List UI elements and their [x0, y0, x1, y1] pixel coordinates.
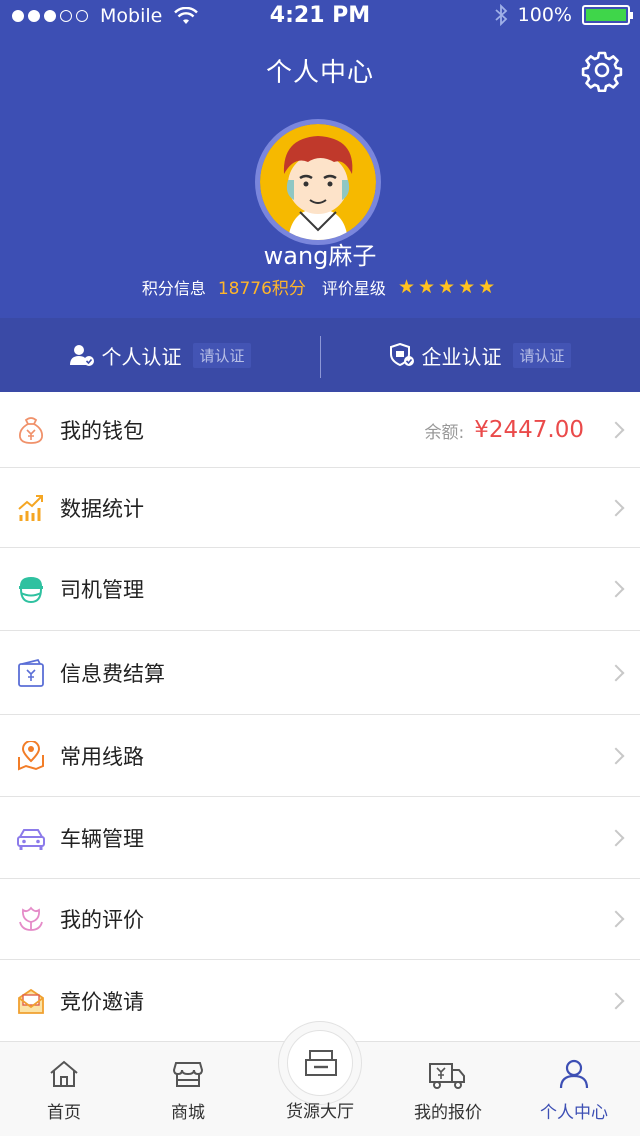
menu-item-label: 竞价邀请	[60, 990, 144, 1014]
chart-icon	[16, 493, 46, 523]
chevron-right-icon	[607, 829, 625, 846]
menu-item-driver-management[interactable]: 司机管理	[0, 548, 640, 631]
menu-item-info-fee-settlement[interactable]: 信息费结算	[0, 631, 640, 715]
store-icon	[172, 1062, 204, 1087]
chevron-right-icon	[607, 747, 625, 764]
chevron-right-icon	[607, 664, 625, 681]
tab-store[interactable]: 商城	[124, 1042, 252, 1136]
menu-item-label: 司机管理	[60, 578, 144, 602]
menu-item-label: 我的评价	[60, 908, 144, 932]
profile-header: Mobile 4:21 PM 100% 个人中心 wang麻子 积分信息 187…	[0, 0, 640, 318]
enterprise-verification-label: 企业认证	[421, 344, 502, 369]
menu-list: 我的钱包 余额: ¥2447.00 数据统计 司机管理 信息费结算 常用线路 车…	[0, 392, 640, 1042]
flower-icon	[16, 904, 46, 934]
settlement-icon	[16, 658, 46, 688]
personal-verification-status: 请认证	[193, 342, 251, 368]
car-icon	[16, 823, 46, 853]
username: wang麻子	[263, 242, 377, 270]
balance-label: 余额:	[424, 422, 465, 443]
avatar[interactable]	[255, 119, 381, 245]
chevron-right-icon	[607, 580, 625, 598]
menu-item-label: 我的钱包	[60, 418, 144, 443]
verification-divider	[320, 336, 321, 378]
chevron-right-icon	[607, 910, 625, 928]
menu-item-label: 常用线路	[60, 744, 144, 769]
tab-label: 个人中心	[540, 1103, 608, 1123]
avatar-cartoon-image	[260, 124, 376, 240]
rating-label: 评价星级	[321, 278, 386, 298]
star-icon: ★	[458, 275, 476, 298]
star-icon: ★	[478, 275, 496, 298]
tab-label-cargo-hall: 货源大厅	[286, 1102, 354, 1122]
enterprise-verification-status: 请认证	[513, 342, 571, 368]
status-bar: Mobile 4:21 PM 100%	[0, 0, 640, 34]
verification-bar: 个人认证 请认证 企业认证 请认证	[0, 318, 640, 392]
quote-truck-icon	[429, 1063, 465, 1089]
route-icon	[16, 740, 46, 771]
wallet-balance: 余额: ¥2447.00	[425, 392, 584, 468]
driver-icon	[16, 574, 46, 604]
bluetooth-icon	[495, 4, 507, 26]
page-title: 个人中心	[265, 58, 374, 88]
menu-item-label: 车辆管理	[60, 826, 144, 851]
tab-cargo-hall[interactable]	[278, 1021, 362, 1105]
cargo-hall-icon	[305, 1050, 337, 1076]
personal-verification-button[interactable]: 个人认证 请认证	[0, 318, 320, 392]
shield-check-icon	[390, 343, 415, 367]
person-check-icon	[70, 345, 95, 366]
star-icon: ★	[417, 275, 436, 298]
menu-item-label: 数据统计	[60, 496, 144, 521]
menu-item-common-routes[interactable]: 常用线路	[0, 715, 640, 797]
home-icon	[50, 1060, 78, 1087]
battery-icon	[582, 5, 633, 25]
tab-my-quotes[interactable]: 我的报价	[384, 1042, 512, 1136]
tab-label: 我的报价	[414, 1103, 482, 1123]
enterprise-verification-button[interactable]: 企业认证 请认证	[320, 318, 640, 392]
personal-verification-label: 个人认证	[101, 344, 182, 369]
menu-item-vehicle-management[interactable]: 车辆管理	[0, 797, 640, 879]
chevron-right-icon	[607, 499, 625, 516]
chevron-right-icon	[607, 421, 625, 438]
star-icon: ★	[438, 275, 456, 298]
menu-item-my-reviews[interactable]: 我的评价	[0, 879, 640, 960]
menu-item-label: 信息费结算	[60, 661, 165, 686]
settings-gear-icon[interactable]	[580, 48, 624, 92]
menu-item-wallet[interactable]: 我的钱包 余额: ¥2447.00	[0, 392, 640, 468]
cargo-hall-button	[287, 1030, 353, 1096]
stats-row: 积分信息 18776积分 评价星级 ★ ★ ★ ★ ★	[0, 274, 640, 300]
menu-item-statistics[interactable]: 数据统计	[0, 468, 640, 548]
star-icon: ★	[397, 275, 415, 298]
points-label: 积分信息	[141, 278, 206, 298]
person-icon	[559, 1059, 589, 1089]
battery-percent: 100%	[517, 4, 572, 26]
status-right: 100%	[494, 4, 633, 26]
tab-personal-center[interactable]: 个人中心	[510, 1042, 638, 1136]
rating-stars: ★ ★ ★ ★ ★	[398, 276, 498, 298]
tab-label: 首页	[47, 1103, 81, 1123]
tab-label: 商城	[171, 1103, 205, 1123]
wallet-icon	[16, 415, 46, 445]
balance-value: ¥2447.00	[474, 417, 584, 443]
chevron-right-icon	[607, 992, 625, 1010]
points-value: 18776积分	[217, 279, 306, 299]
tab-home[interactable]: 首页	[0, 1042, 128, 1136]
envelope-icon	[16, 986, 46, 1016]
